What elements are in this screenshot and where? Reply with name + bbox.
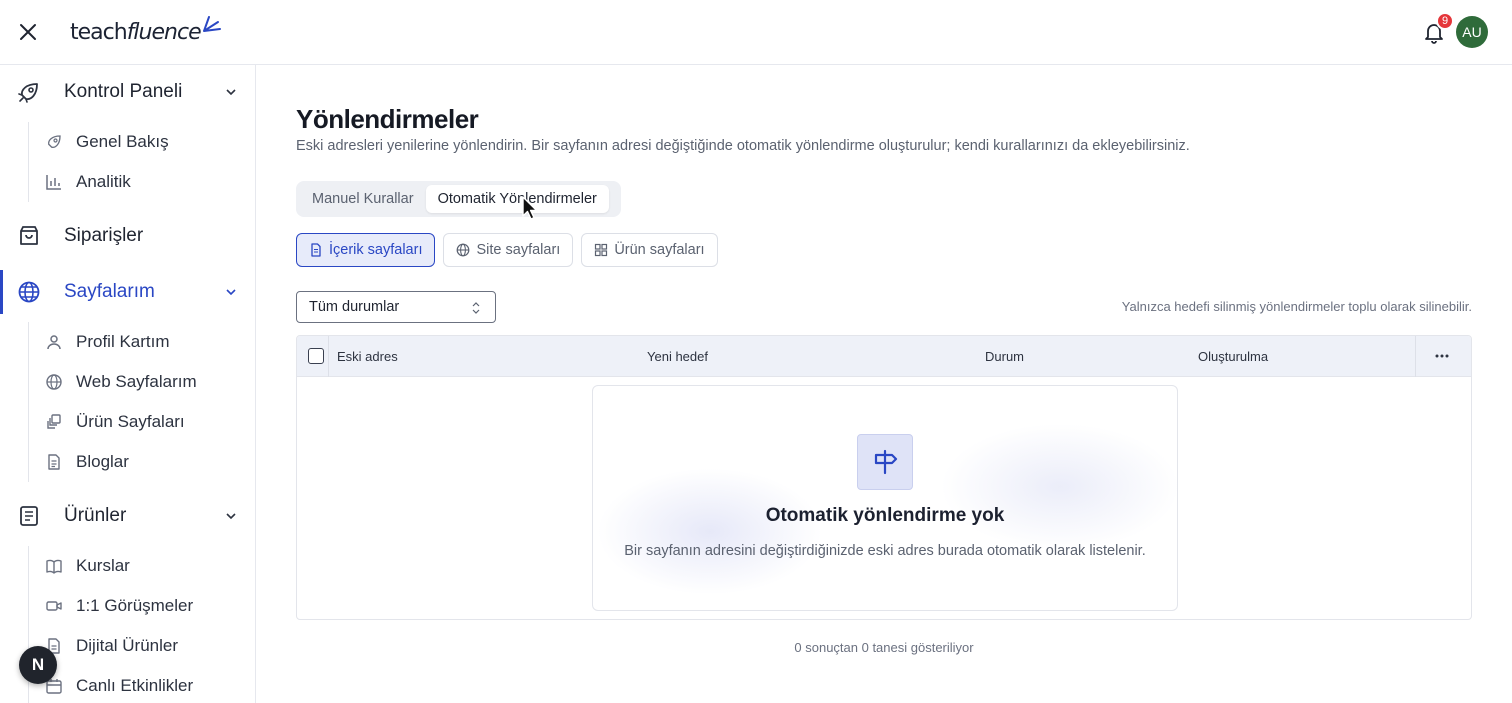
sidebar-group-orders[interactable]: Siparişler bbox=[0, 214, 255, 258]
select-all-checkbox[interactable] bbox=[308, 348, 324, 364]
close-icon[interactable] bbox=[16, 20, 40, 44]
sidebar-item-label: Web Sayfalarım bbox=[76, 372, 197, 391]
chip-label: Ürün sayfaları bbox=[614, 242, 705, 258]
sidebar-group-label: Siparişler bbox=[64, 225, 144, 246]
bulk-delete-hint: Yalnızca hedefi silinmiş yönlendirmeler … bbox=[1121, 299, 1472, 314]
sidebar-group-label: Sayfalarım bbox=[64, 281, 155, 302]
select-updown-icon bbox=[472, 302, 480, 314]
column-header-old-address[interactable]: Eski adres bbox=[337, 349, 398, 364]
user-avatar[interactable]: AU bbox=[1456, 16, 1488, 48]
column-header-new-target[interactable]: Yeni hedef bbox=[647, 349, 708, 364]
sidebar-item-label: Genel Bakış bbox=[76, 132, 169, 151]
teachfluence-logo[interactable]: teachfluence bbox=[70, 16, 221, 50]
redirects-table: Eski adres Yeni hedef Durum Oluşturulma … bbox=[296, 335, 1472, 620]
sidebar-item-label: Dijital Ürünler bbox=[76, 636, 179, 655]
globe-icon bbox=[46, 374, 62, 390]
rocket-icon bbox=[48, 135, 61, 148]
column-divider bbox=[328, 336, 329, 377]
status-select[interactable]: Tüm durumlar bbox=[296, 291, 496, 323]
sub-nav-divider bbox=[28, 122, 29, 202]
user-icon bbox=[47, 335, 61, 350]
signpost-icon bbox=[857, 434, 913, 490]
filter-content-pages[interactable]: İçerik sayfaları bbox=[296, 233, 436, 267]
sidebar-item-courses[interactable]: Kurslar bbox=[45, 548, 245, 584]
sidebar-group-dashboard[interactable]: Kontrol Paneli bbox=[0, 70, 255, 114]
filter-product-pages[interactable]: Ürün sayfaları bbox=[581, 233, 718, 267]
empty-state-text: Bir sayfanın adresini değiştirdiğinizde … bbox=[624, 543, 1146, 559]
sidebar-group-products[interactable]: Ürünler bbox=[0, 494, 255, 538]
filter-site-pages[interactable]: Site sayfaları bbox=[443, 233, 574, 267]
bar-chart-icon bbox=[46, 175, 61, 190]
tab-automatic-redirects[interactable]: Otomatik Yönlendirmeler bbox=[425, 185, 609, 213]
more-options-icon[interactable] bbox=[1433, 348, 1451, 364]
sidebar-item-label: Ürün Sayfaları bbox=[76, 412, 185, 431]
tab-manual-rules[interactable]: Manuel Kurallar bbox=[300, 185, 426, 213]
column-header-created[interactable]: Oluşturulma bbox=[1198, 349, 1268, 364]
page-title: Yönlendirmeler bbox=[296, 104, 479, 134]
book-icon bbox=[46, 559, 62, 574]
sidebar-item-product-pages[interactable]: Ürün Sayfaları bbox=[45, 404, 245, 440]
empty-state-title: Otomatik yönlendirme yok bbox=[765, 505, 1005, 526]
notification-count-badge: 9 bbox=[1436, 12, 1454, 30]
document-icon bbox=[311, 243, 321, 257]
empty-state: Otomatik yönlendirme yok Bir sayfanın ad… bbox=[592, 385, 1178, 611]
sidebar-item-profile-card[interactable]: Profil Kartım bbox=[45, 324, 245, 360]
sidebar-item-label: Analitik bbox=[76, 172, 131, 191]
sidebar-group-label: Kontrol Paneli bbox=[64, 81, 183, 102]
sidebar-group-my-pages[interactable]: Sayfalarım bbox=[0, 270, 255, 314]
sidebar: Kontrol Paneli Genel Bakış Analitik Sipa… bbox=[0, 65, 256, 703]
video-icon bbox=[46, 601, 62, 611]
column-divider bbox=[1415, 336, 1416, 377]
globe-icon bbox=[18, 281, 40, 303]
redirect-type-tabs: Manuel Kurallar Otomatik Yönlendirmeler bbox=[296, 181, 621, 217]
page-type-filters: İçerik sayfaları Site sayfaları Ürün say… bbox=[296, 233, 726, 267]
sidebar-item-label: Profil Kartım bbox=[76, 332, 170, 351]
table-header: Eski adres Yeni hedef Durum Oluşturulma bbox=[297, 336, 1471, 377]
chevron-down-icon bbox=[226, 513, 236, 520]
results-count: 0 sonuçtan 0 tanesi gösteriliyor bbox=[794, 640, 974, 655]
sidebar-item-label: Canlı Etkinlikler bbox=[76, 676, 194, 695]
document-icon bbox=[20, 506, 38, 526]
page-description: Eski adresleri yenilerine yönlendirin. B… bbox=[296, 138, 1190, 154]
column-header-status[interactable]: Durum bbox=[985, 349, 1024, 364]
chip-label: Site sayfaları bbox=[476, 242, 561, 258]
floating-assistant-button[interactable]: N bbox=[19, 646, 57, 684]
document-icon bbox=[48, 454, 60, 470]
pages-icon bbox=[47, 414, 61, 429]
status-select-value: Tüm durumlar bbox=[309, 299, 400, 315]
sidebar-item-web-pages[interactable]: Web Sayfalarım bbox=[45, 364, 245, 400]
sidebar-item-label: Kurslar bbox=[76, 556, 130, 575]
sidebar-item-one-on-one[interactable]: 1:1 Görüşmeler bbox=[45, 588, 245, 624]
sidebar-item-live-events[interactable]: Canlı Etkinlikler bbox=[45, 668, 245, 703]
sidebar-item-digital-products[interactable]: Dijital Ürünler bbox=[45, 628, 245, 664]
chip-label: İçerik sayfaları bbox=[329, 242, 423, 258]
chevron-down-icon bbox=[226, 89, 236, 96]
sidebar-item-label: Bloglar bbox=[76, 452, 129, 471]
top-bar: teachfluence 9 AU bbox=[0, 0, 1512, 65]
grid-icon bbox=[595, 243, 608, 257]
rocket-icon bbox=[18, 83, 38, 103]
chevron-down-icon bbox=[226, 289, 236, 296]
sidebar-item-analytics[interactable]: Analitik bbox=[45, 164, 245, 200]
shopping-bag-icon bbox=[20, 226, 38, 245]
sidebar-item-label: 1:1 Görüşmeler bbox=[76, 596, 194, 615]
sidebar-item-overview[interactable]: Genel Bakış bbox=[45, 124, 245, 160]
sub-nav-divider bbox=[28, 322, 29, 482]
sidebar-item-blogs[interactable]: Bloglar bbox=[45, 444, 245, 480]
logo-mark-icon bbox=[203, 16, 221, 32]
globe-icon bbox=[457, 243, 470, 257]
sidebar-group-label: Ürünler bbox=[64, 505, 127, 526]
